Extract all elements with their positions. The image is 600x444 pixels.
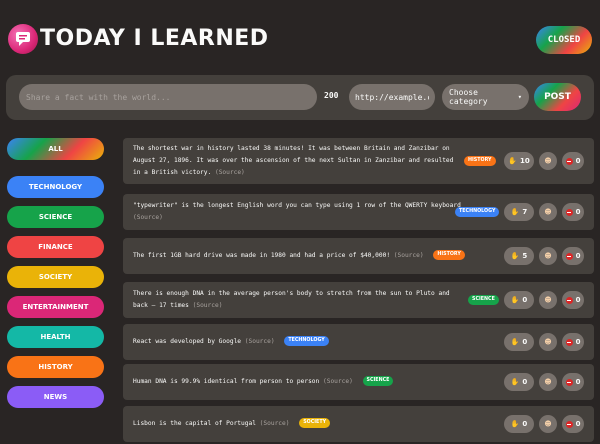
vote-interesting-button[interactable]: ✋ 5 [504,247,534,265]
vote-mindblowing-button[interactable]: ☻ [539,373,557,391]
vote-buttons: ✋ 0 ☻ 0 [504,373,584,391]
category-all-button[interactable]: All [7,138,104,160]
fact-category-tag: Science [362,376,394,386]
vote-interesting-button[interactable]: ✋ 0 [504,291,534,309]
vote-mindblowing-button[interactable]: ☻ [539,152,557,170]
logo-icon [8,24,38,54]
mind-blown-icon: ☻ [544,296,552,304]
fact-item: Human DNA is 99.9% identical from person… [123,364,594,400]
fact-item: Lisbon is the capital of Portugal (Sourc… [123,406,594,442]
fact-category-tag: History [464,156,496,166]
fact-text: The first 1GB hard drive was made in 198… [133,252,391,259]
vote-mindblowing-button[interactable]: ☻ [539,203,557,221]
vote-interesting-button[interactable]: ✋ 0 [504,415,534,433]
fact-text: React was developed by Google [133,338,242,345]
fact-source-link[interactable]: (Source) [215,169,245,176]
no-entry-icon [565,338,573,346]
fact-item: "typewriter" is the longest English word… [123,194,594,230]
category-society-button[interactable]: Society [7,266,104,288]
fact-text: There is enough DNA in the average perso… [133,290,450,309]
thumbs-up-icon: ✋ [510,208,520,216]
char-count: 200 [324,91,339,100]
category-science-button[interactable]: Science [7,206,104,228]
vote-false-button[interactable]: 0 [562,247,584,265]
category-news-button[interactable]: News [7,386,104,408]
mind-blown-icon: ☻ [544,378,552,386]
fact-item: React was developed by Google (Source) T… [123,324,594,360]
thumbs-up-icon: ✋ [508,157,517,165]
mind-blown-icon: ☻ [544,420,552,428]
vote-mindblowing-button[interactable]: ☻ [539,291,557,309]
mind-blown-icon: ☻ [544,157,552,165]
fact-category-tag: Science [468,295,499,305]
vote-buttons: ✋ 0 ☻ 0 [504,291,584,309]
no-entry-icon [565,378,573,386]
vote-interesting-button[interactable]: ✋ 10 [504,152,534,170]
no-entry-icon [565,252,573,260]
fact-text: Lisbon is the capital of Portugal [133,420,256,427]
fact-category-tag: History [433,250,465,260]
vote-false-button[interactable]: 0 [562,415,584,433]
vote-buttons: ✋ 0 ☻ 0 [504,333,584,351]
vote-mindblowing-button[interactable]: ☻ [539,415,557,433]
fact-text: "typewriter" is the longest English word… [133,202,461,209]
fact-source-link[interactable]: (Source) [133,214,163,221]
no-entry-icon [565,157,573,165]
fact-item: The first 1GB hard drive was made in 198… [123,238,594,274]
fact-source-link[interactable]: (Source) [245,338,275,345]
thumbs-up-icon: ✋ [510,296,520,304]
thumbs-up-icon: ✋ [510,420,520,428]
vote-false-button[interactable]: 0 [562,152,584,170]
post-button[interactable]: POST [534,83,581,111]
vote-false-button[interactable]: 0 [562,333,584,351]
fact-category-tag: Technology [455,207,500,217]
mind-blown-icon: ☻ [544,208,552,216]
vote-interesting-button[interactable]: ✋ 0 [504,373,534,391]
category-select-value: Choose category [449,88,488,106]
vote-buttons: ✋ 10 ☻ 0 [504,152,584,170]
category-technology-button[interactable]: Technology [7,176,104,198]
mind-blown-icon: ☻ [544,338,552,346]
fact-source-link[interactable]: (Source) [260,420,290,427]
vote-false-button[interactable]: 0 [562,203,584,221]
vote-interesting-button[interactable]: ✋ 7 [504,203,534,221]
chevron-down-icon: ▾ [517,93,522,101]
thumbs-up-icon: ✋ [510,378,520,386]
new-fact-form: 200 Choose category ▾ POST [6,75,594,120]
no-entry-icon [565,296,573,304]
thumbs-up-icon: ✋ [510,252,520,260]
fact-input[interactable] [19,84,317,110]
vote-mindblowing-button[interactable]: ☻ [539,333,557,351]
fact-source-link[interactable]: (Source) [193,302,223,309]
close-button[interactable]: CLOSED [536,26,592,54]
header: TODAY I LEARNED CLOSED [6,22,594,58]
vote-interesting-button[interactable]: ✋ 0 [504,333,534,351]
fact-text: Human DNA is 99.9% identical from person… [133,378,320,385]
category-entertainment-button[interactable]: Entertainment [7,296,104,318]
vote-buttons: ✋ 7 ☻ 0 [504,203,584,221]
fact-category-tag: Society [299,418,331,428]
source-input[interactable] [349,84,435,110]
no-entry-icon [565,208,573,216]
fact-item: The shortest war in history lasted 38 mi… [123,138,594,184]
fact-source-link[interactable]: (Source) [323,378,353,385]
category-history-button[interactable]: History [7,356,104,378]
category-finance-button[interactable]: Finance [7,236,104,258]
fact-category-tag: Technology [284,336,329,346]
vote-false-button[interactable]: 0 [562,373,584,391]
no-entry-icon [565,420,573,428]
vote-false-button[interactable]: 0 [562,291,584,309]
category-select[interactable]: Choose category ▾ [442,84,529,110]
mind-blown-icon: ☻ [544,252,552,260]
app-title: TODAY I LEARNED [40,26,269,51]
category-health-button[interactable]: Health [7,326,104,348]
fact-source-link[interactable]: (Source) [394,252,424,259]
vote-buttons: ✋ 0 ☻ 0 [504,415,584,433]
thumbs-up-icon: ✋ [510,338,520,346]
vote-buttons: ✋ 5 ☻ 0 [504,247,584,265]
vote-mindblowing-button[interactable]: ☻ [539,247,557,265]
fact-item: There is enough DNA in the average perso… [123,282,594,318]
fact-text: The shortest war in history lasted 38 mi… [133,145,454,176]
